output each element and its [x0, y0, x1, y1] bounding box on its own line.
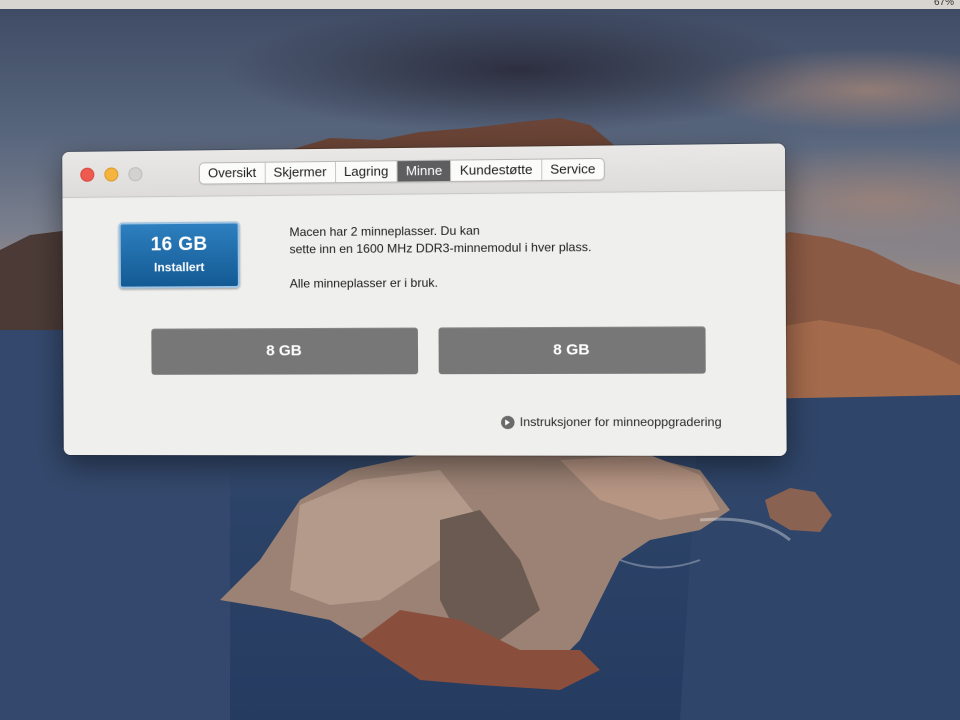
tab-skjermer[interactable]: Skjermer	[265, 161, 336, 183]
memory-slot-1: 8 GB	[151, 327, 419, 375]
about-this-mac-window: Oversikt Skjermer Lagring Minne Kundestø…	[62, 143, 787, 456]
memory-upgrade-link-label: Instruksjoner for minneoppgradering	[519, 414, 722, 430]
memory-status-text: Alle minneplasser er i bruk.	[289, 275, 439, 291]
installed-memory-label: Installert	[153, 259, 205, 275]
installed-memory-size: 16 GB	[150, 233, 208, 256]
installed-memory-badge: 16 GB Installert	[118, 221, 240, 289]
close-button[interactable]	[80, 167, 95, 182]
zoom-button	[128, 167, 143, 182]
minimize-button[interactable]	[104, 167, 119, 182]
arrow-circle-right-icon	[501, 415, 515, 429]
menu-bar-status: 67%	[934, 0, 954, 8]
tab-kundestotte[interactable]: Kundestøtte	[451, 159, 542, 181]
battery-percentage[interactable]: 67%	[934, 0, 954, 8]
tab-lagring[interactable]: Lagring	[335, 161, 398, 183]
tab-oversikt[interactable]: Oversikt	[199, 162, 266, 184]
memory-description: Macen har 2 minneplasser. Du kan sette i…	[289, 220, 704, 292]
window-titlebar: Oversikt Skjermer Lagring Minne Kundestø…	[62, 143, 786, 199]
memory-upgrade-link[interactable]: Instruksjoner for minneoppgradering	[501, 415, 722, 429]
memory-slot-2: 8 GB	[438, 326, 706, 375]
tab-service[interactable]: Service	[542, 159, 604, 180]
tab-minne[interactable]: Minne	[397, 160, 452, 182]
memory-panel: 16 GB Installert Macen har 2 minneplasse…	[62, 191, 787, 456]
tab-bar: Oversikt Skjermer Lagring Minne Kundestø…	[198, 157, 605, 185]
menu-bar: 67%	[0, 0, 960, 9]
